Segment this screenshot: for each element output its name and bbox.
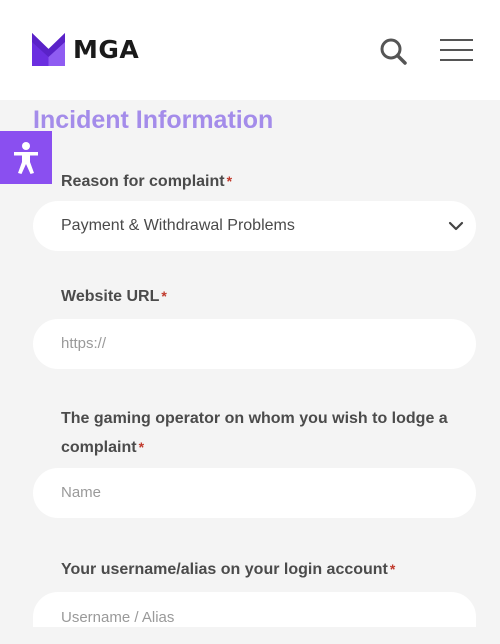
accessibility-icon <box>14 141 38 174</box>
required-marker: * <box>226 173 233 189</box>
reason-select-value: Payment & Withdrawal Problems <box>61 217 295 234</box>
reason-label-text: Reason for complaint <box>61 173 225 190</box>
accessibility-button[interactable] <box>0 131 52 184</box>
operator-label-line1: The gaming operator on whom you wish to … <box>61 410 448 427</box>
section-title: Incident Information <box>33 106 274 134</box>
operator-label: The gaming operator on whom you wish to … <box>61 405 448 462</box>
username-label: Your username/alias on your login accoun… <box>61 555 395 584</box>
website-label-text: Website URL <box>61 288 160 305</box>
menu-line-3 <box>440 59 473 61</box>
mga-logo-mark-icon <box>32 33 65 66</box>
operator-name-input[interactable]: Name <box>33 468 476 518</box>
logo-text: MGA <box>73 35 140 64</box>
chevron-down-icon <box>448 221 464 231</box>
required-marker: * <box>161 288 167 304</box>
required-marker: * <box>138 439 145 455</box>
search-icon <box>380 38 407 65</box>
username-input[interactable]: Username / Alias <box>33 592 476 627</box>
reason-select[interactable]: Payment & Withdrawal Problems <box>33 201 476 251</box>
operator-label-line2: complaint <box>61 439 137 456</box>
website-url-placeholder: https:// <box>61 335 107 352</box>
required-marker: * <box>389 561 396 577</box>
hamburger-menu-button[interactable] <box>440 39 474 63</box>
menu-line-1 <box>440 39 473 41</box>
search-button[interactable] <box>378 36 410 68</box>
operator-name-placeholder: Name <box>61 484 102 501</box>
website-url-input[interactable]: https:// <box>33 319 476 369</box>
site-header: MGA <box>0 0 500 100</box>
menu-line-2 <box>440 49 473 51</box>
mga-logo[interactable]: MGA <box>32 33 139 66</box>
username-placeholder: Username / Alias <box>61 609 175 626</box>
username-label-text: Your username/alias on your login accoun… <box>61 561 388 578</box>
reason-label: Reason for complaint * <box>61 167 232 196</box>
website-label: Website URL * <box>61 282 167 311</box>
